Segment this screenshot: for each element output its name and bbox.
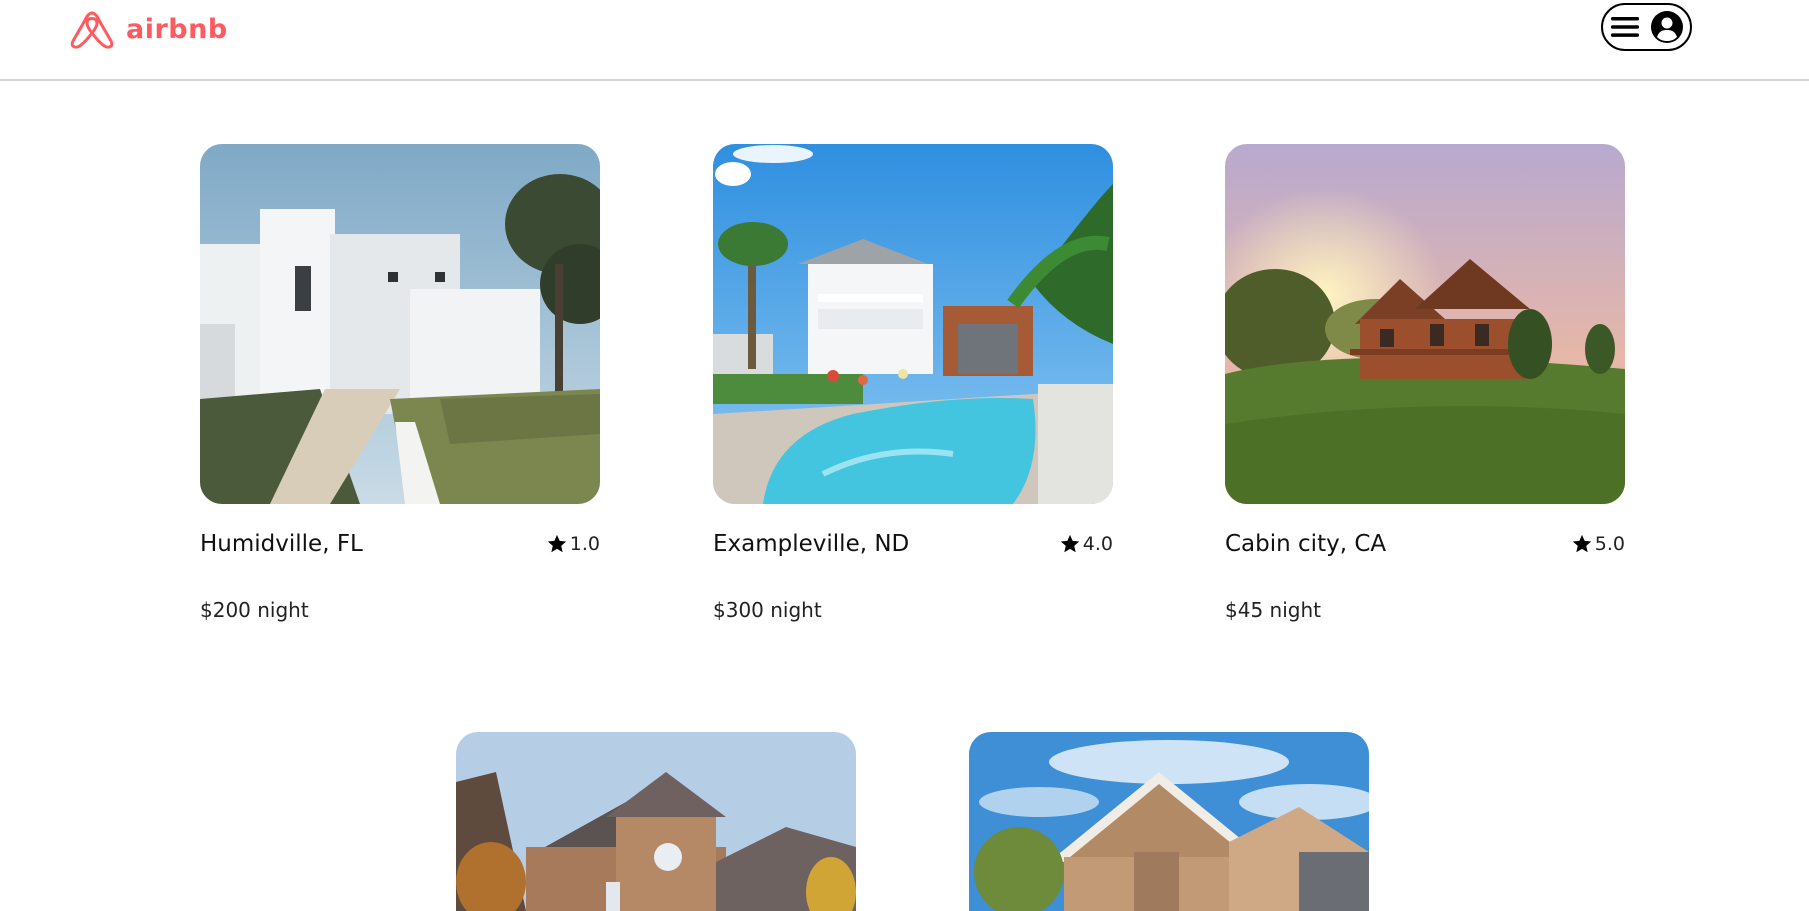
airbnb-logo-icon [70, 11, 114, 49]
listing-card[interactable] [969, 732, 1369, 911]
listing-photo[interactable] [456, 732, 856, 911]
listing-photo[interactable] [200, 144, 600, 504]
airbnb-logo[interactable]: airbnb [66, 9, 228, 49]
listing-title: Humidville, FL [200, 531, 363, 557]
listing-card[interactable] [456, 732, 856, 911]
listing-title: Exampleville, ND [713, 531, 910, 557]
listing-rating: 4.0 [1059, 533, 1113, 555]
star-icon [1060, 534, 1079, 553]
star-icon [547, 534, 566, 553]
listing-card[interactable]: Exampleville, ND 4.0 $300 night [713, 144, 1113, 622]
listing-price: $300 night [713, 598, 822, 622]
listing-card[interactable]: Humidville, FL 1.0 $200 night [200, 144, 600, 622]
listing-rating: 5.0 [1571, 533, 1625, 555]
listing-photo[interactable] [969, 732, 1369, 911]
listing-photo[interactable] [713, 144, 1113, 504]
logo-text: airbnb [126, 13, 228, 45]
listing-rating: 1.0 [546, 533, 600, 555]
rating-value: 4.0 [1082, 533, 1113, 555]
listing-photo[interactable] [1225, 144, 1625, 504]
listing-card[interactable]: Cabin city, CA 5.0 $45 night [1225, 144, 1625, 622]
top-navbar: airbnb [0, 0, 1809, 81]
user-circle-icon [1650, 11, 1683, 43]
rating-value: 1.0 [569, 533, 600, 555]
listing-price: $200 night [200, 598, 309, 622]
user-menu-button[interactable] [1601, 3, 1692, 51]
rating-value: 5.0 [1594, 533, 1625, 555]
listing-price: $45 night [1225, 598, 1321, 622]
listing-title: Cabin city, CA [1225, 531, 1387, 557]
hamburger-icon [1610, 17, 1639, 37]
star-icon [1572, 534, 1591, 553]
